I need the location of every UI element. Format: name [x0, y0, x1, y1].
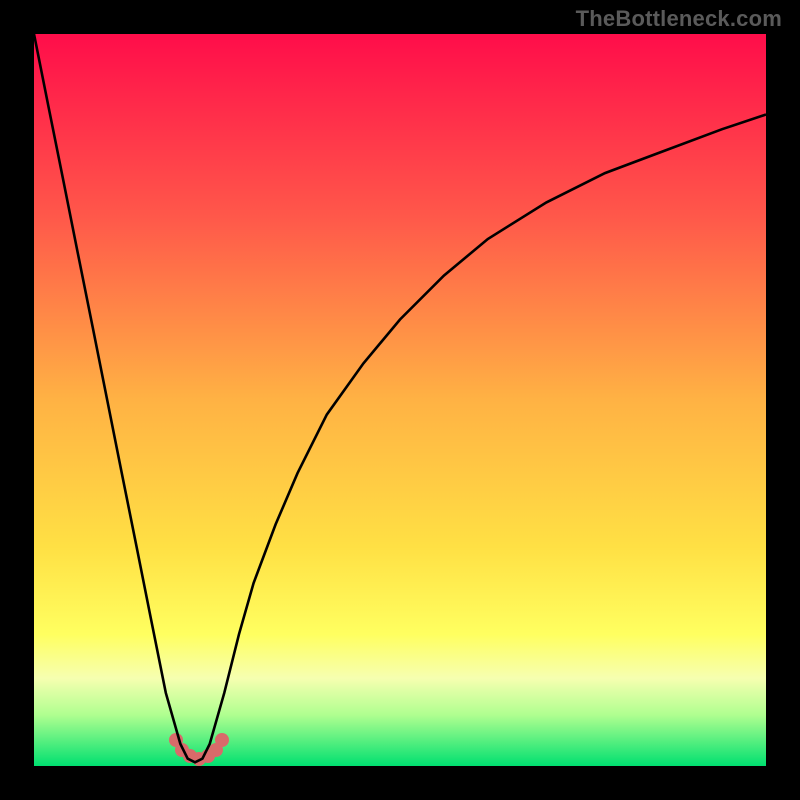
- chart-frame: TheBottleneck.com: [0, 0, 800, 800]
- plot-area: [34, 34, 766, 766]
- watermark-text: TheBottleneck.com: [576, 6, 782, 32]
- chart-svg: [34, 34, 766, 766]
- background-gradient: [34, 34, 766, 766]
